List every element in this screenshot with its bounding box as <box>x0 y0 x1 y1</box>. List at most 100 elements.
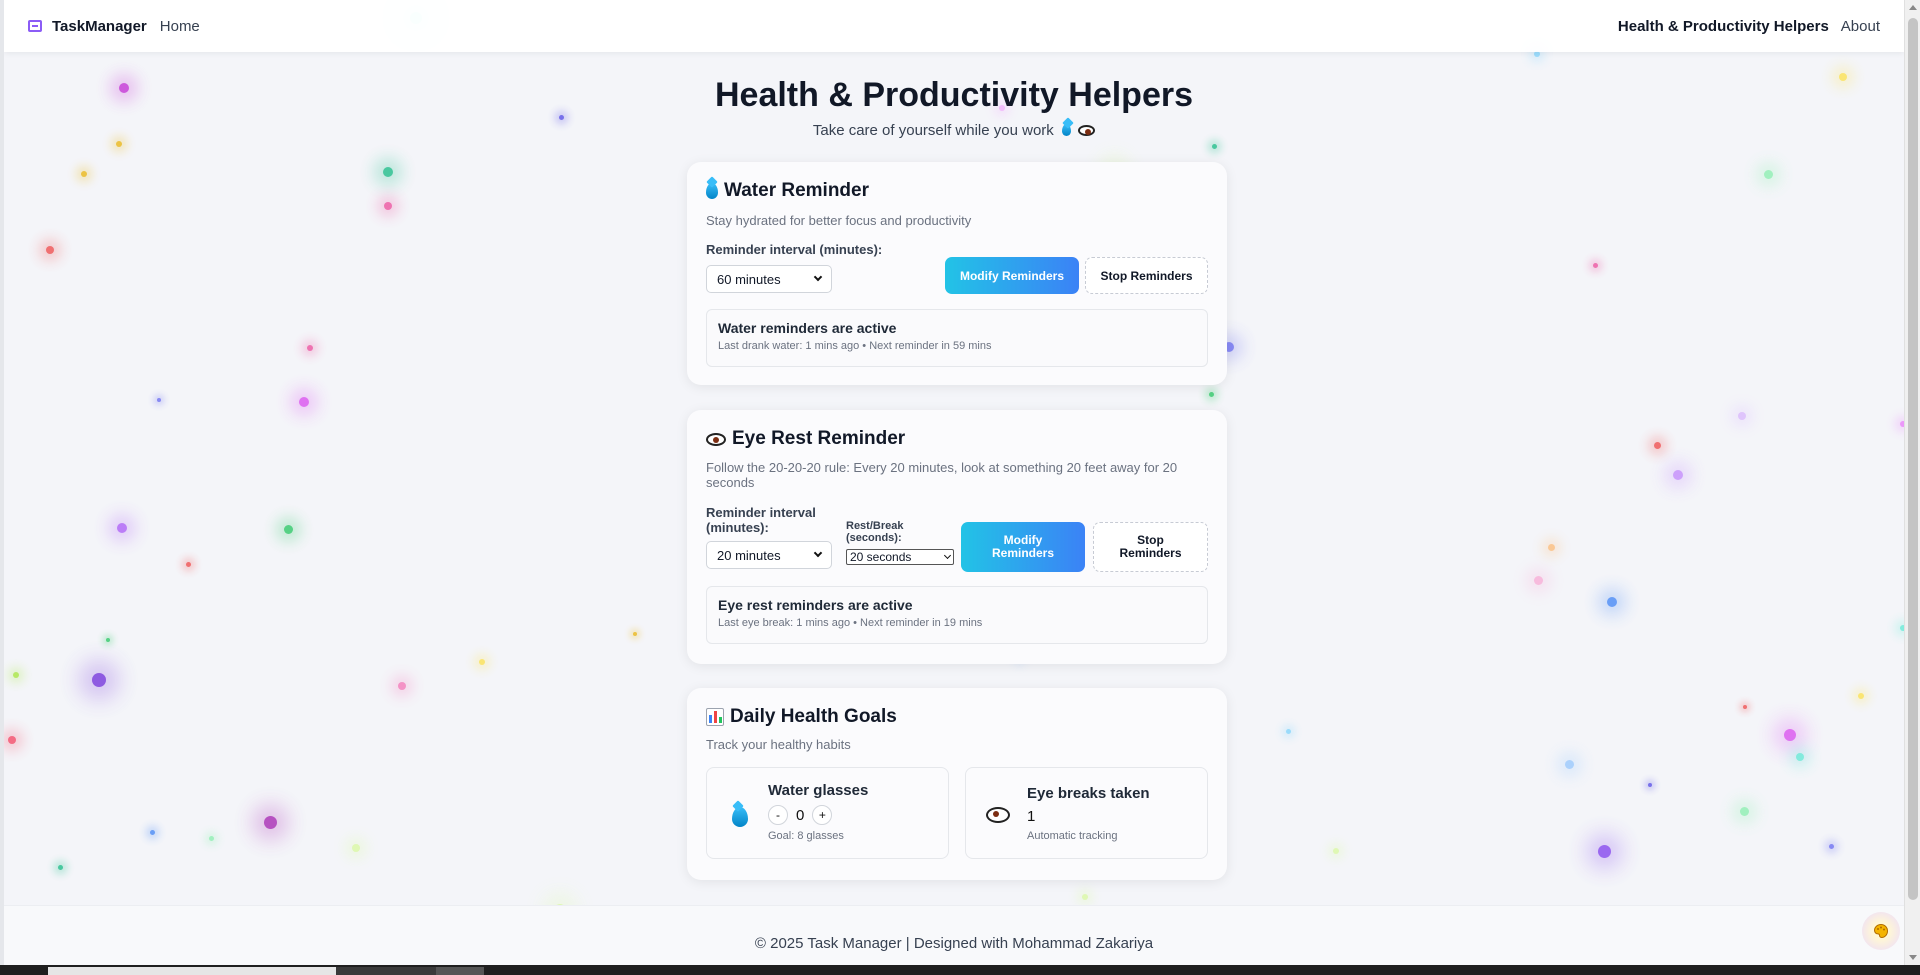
particle <box>1653 441 1661 449</box>
taskbar-item[interactable] <box>336 967 436 975</box>
water-interval-select[interactable]: 60 minutes <box>706 265 832 293</box>
particle <box>116 141 122 147</box>
particle <box>57 864 63 870</box>
particle <box>185 561 191 567</box>
decrement-button[interactable]: - <box>768 805 788 825</box>
eye-rest-label: Rest/Break (seconds): <box>846 520 904 544</box>
daily-goals-card: Daily Health Goals Track your healthy ha… <box>687 688 1227 880</box>
water-card-title: Water Reminder <box>706 180 1208 202</box>
particle <box>383 167 393 177</box>
particle <box>1796 753 1804 761</box>
eye-goal-tile: Eye breaks taken 1 Automatic tracking <box>965 767 1208 859</box>
particle <box>1333 848 1339 854</box>
water-count: 0 <box>796 806 805 824</box>
particle <box>633 632 637 636</box>
particle <box>1592 262 1598 268</box>
particle <box>1858 693 1864 699</box>
eye-interval-select[interactable]: 20 minutes <box>706 541 832 569</box>
eye-icon <box>706 432 726 446</box>
particle <box>81 171 87 177</box>
water-stop-button[interactable]: Stop Reminders <box>1085 257 1208 294</box>
water-modify-button[interactable]: Modify Reminders <box>945 257 1079 294</box>
navbar: TaskManager Home Health & Productivity H… <box>4 0 1904 52</box>
water-status-box: Water reminders are active Last drank wa… <box>706 309 1208 367</box>
eye-goal-title: Eye breaks taken <box>1027 785 1150 802</box>
water-drop-icon <box>1061 124 1071 136</box>
brand[interactable]: TaskManager <box>28 18 147 35</box>
water-reminder-card: Water Reminder Stay hydrated for better … <box>687 162 1227 385</box>
water-interval-label: Reminder interval (minutes): <box>706 242 883 257</box>
eye-interval-value: 20 minutes <box>717 547 781 563</box>
page-subtitle: Take care of yourself while you work <box>4 122 1904 139</box>
page-title: Health & Productivity Helpers <box>714 76 1193 114</box>
water-goal-title: Water glasses <box>768 782 869 799</box>
water-status-title: Water reminders are active <box>718 320 897 336</box>
nav-about-link[interactable]: About <box>1841 18 1880 35</box>
palette-icon[interactable] <box>1862 912 1900 950</box>
particle <box>1533 575 1543 585</box>
particle <box>299 397 309 407</box>
particle <box>263 815 277 829</box>
brand-label: TaskManager <box>52 17 147 35</box>
water-goal-tile: Water glasses - 0 + Goal: 8 glasses <box>706 767 949 859</box>
eye-stop-button[interactable]: Stop Reminders <box>1093 522 1208 572</box>
eye-rest-select[interactable]: 20 seconds <box>846 549 954 565</box>
eye-description: Follow the 20-20-20 rule: Every 20 minut… <box>706 460 1178 490</box>
water-drop-icon <box>732 807 748 827</box>
eye-rest-card: Eye Rest Reminder Follow the 20-20-20 ru… <box>687 410 1227 664</box>
task-icon <box>28 20 42 32</box>
particle <box>1763 169 1773 179</box>
particle <box>384 202 392 210</box>
footer: © 2025 Task Manager | Designed with Moha… <box>4 905 1904 965</box>
eye-count: 1 <box>1027 808 1036 825</box>
water-drop-icon <box>706 183 718 199</box>
nav-home-link[interactable]: Home <box>160 18 200 35</box>
taskbar-item[interactable] <box>48 967 336 975</box>
scroll-down-icon[interactable] <box>1909 955 1917 960</box>
vertical-scrollbar[interactable] <box>1904 0 1920 965</box>
footer-text: © 2025 Task Manager | Designed with Moha… <box>754 935 1154 952</box>
particle <box>1739 806 1749 816</box>
particle <box>117 523 127 533</box>
eye-status-detail: Last eye break: 1 mins ago • Next remind… <box>718 617 983 629</box>
increment-button[interactable]: + <box>812 805 833 825</box>
particle <box>1738 412 1746 420</box>
chevron-down-icon <box>943 551 952 559</box>
water-title: Water Reminder <box>724 180 869 201</box>
particle <box>1648 783 1652 787</box>
eye-interval-label: Reminder interval (minutes): <box>706 505 816 535</box>
water-interval-group: Reminder interval (minutes): 60 minutes <box>706 242 882 293</box>
particle <box>1784 729 1796 741</box>
nav-right: Health & Productivity Helpers About <box>1618 18 1880 35</box>
particle <box>352 844 360 852</box>
palette-glyph <box>1873 923 1889 939</box>
goals-title: Daily Health Goals <box>730 706 897 727</box>
eye-rest-group: Rest/Break (seconds): 20 seconds <box>846 520 956 565</box>
particle <box>1564 759 1574 769</box>
nav-health-link[interactable]: Health & Productivity Helpers <box>1618 18 1829 35</box>
particle <box>149 829 155 835</box>
particle <box>398 682 406 690</box>
water-description: Stay hydrated for better focus and produ… <box>706 213 972 228</box>
goals-card-title: Daily Health Goals <box>706 706 1208 728</box>
scroll-up-icon[interactable] <box>1909 5 1917 10</box>
particle <box>1597 844 1611 858</box>
particle <box>1547 543 1555 551</box>
water-goal-body: Water glasses - 0 + Goal: 8 glasses <box>768 782 868 842</box>
particle <box>1082 894 1088 900</box>
particle <box>1208 391 1214 397</box>
particle <box>92 673 106 687</box>
eye-status-title: Eye rest reminders are active <box>718 597 913 613</box>
bar-chart-icon <box>706 708 724 726</box>
eye-goal-note: Automatic tracking <box>1027 830 1118 842</box>
particle <box>13 672 19 678</box>
eye-goal-body: Eye breaks taken 1 Automatic tracking <box>1027 785 1150 842</box>
particle <box>157 398 161 402</box>
water-stepper: - 0 + <box>768 805 868 825</box>
taskbar-item[interactable] <box>436 967 484 975</box>
scrollbar-thumb[interactable] <box>1908 18 1918 900</box>
particle <box>1673 470 1683 480</box>
goals-description: Track your healthy habits <box>706 737 851 752</box>
particle <box>106 638 110 642</box>
eye-modify-button[interactable]: Modify Reminders <box>961 522 1085 572</box>
